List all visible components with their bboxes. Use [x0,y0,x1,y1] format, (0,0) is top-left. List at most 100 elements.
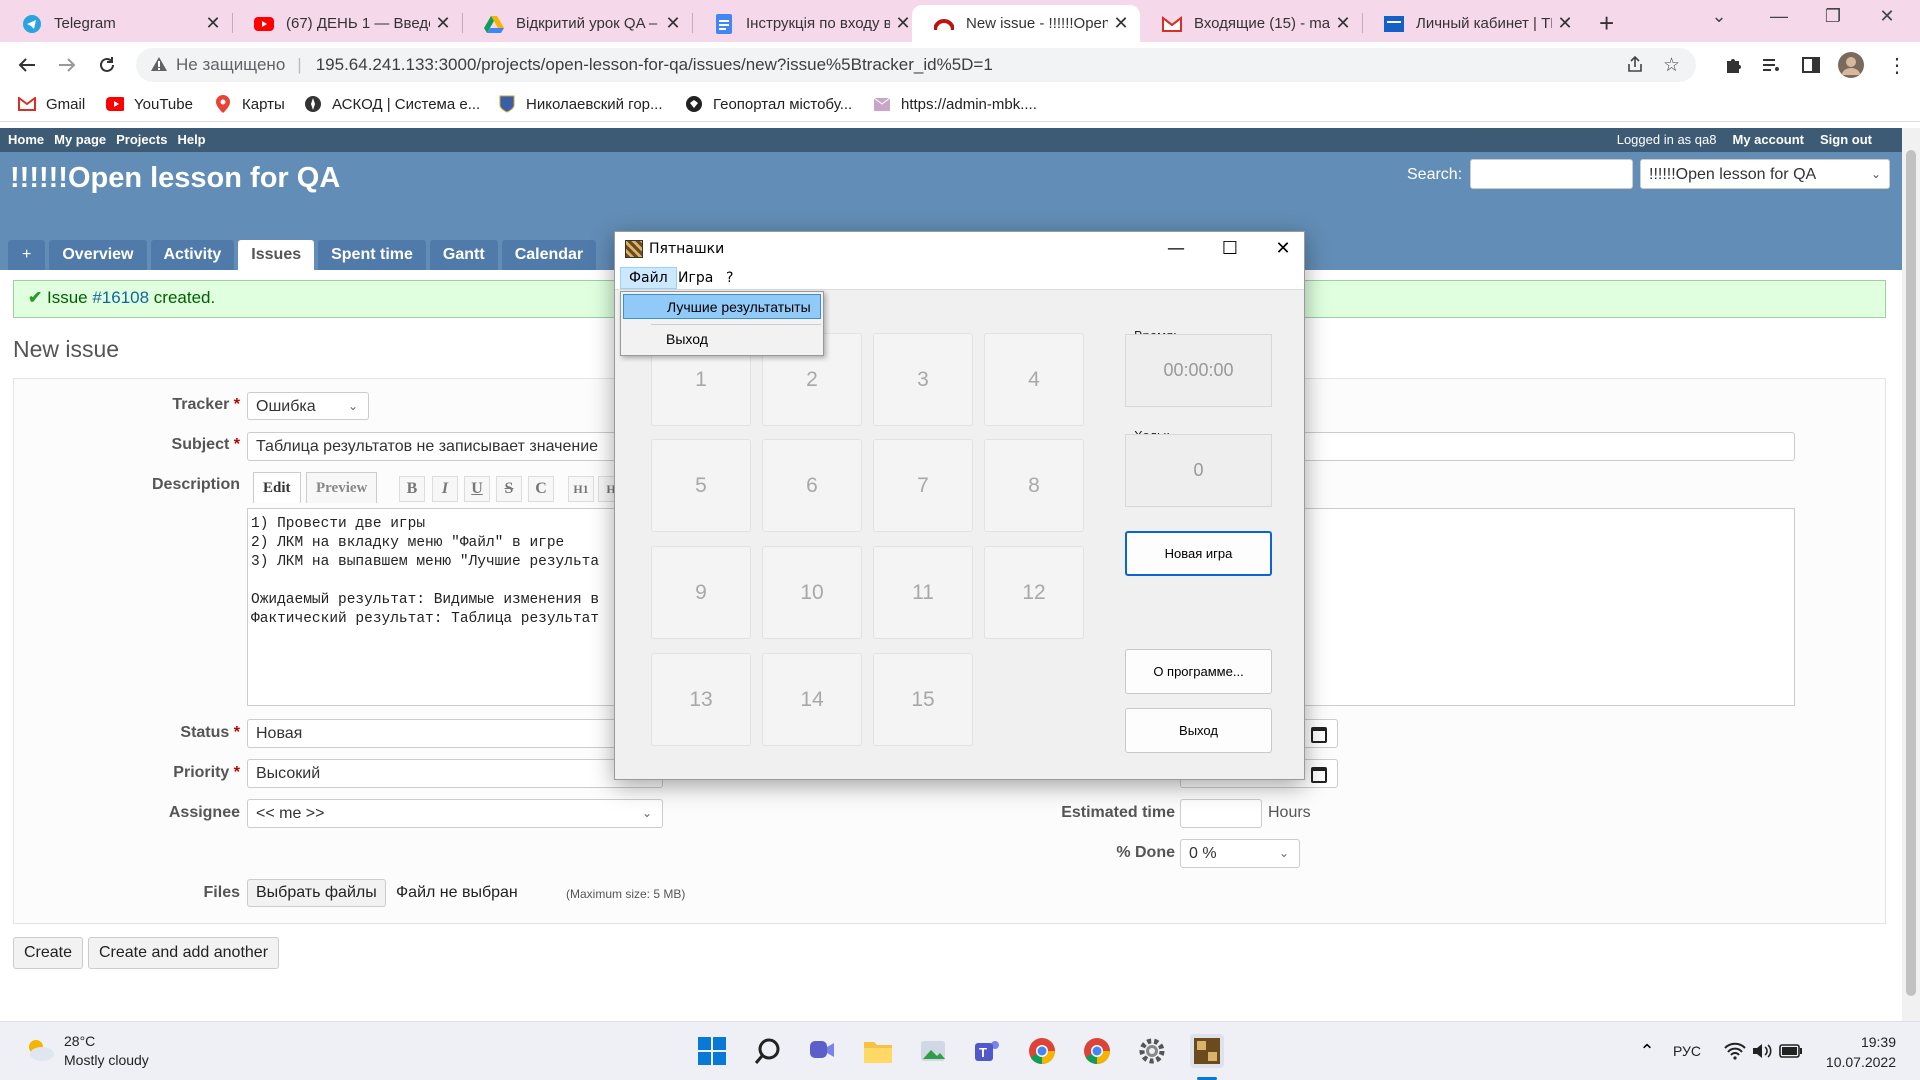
language-indicator[interactable]: РУС [1670,1034,1704,1068]
tile-6[interactable]: 6 [762,439,862,532]
tab-cabinet[interactable]: Личный кабинет | TE ✕ [1362,5,1584,42]
tile-11[interactable]: 11 [873,546,973,639]
bookmark-geoportal[interactable]: Геопортал містобу... [685,95,852,113]
project-jump-select[interactable]: !!!!!!Open lesson for QA ⌄ [1640,159,1890,189]
minimize-icon[interactable]: — [1153,238,1199,259]
tile-4[interactable]: 4 [984,333,1084,426]
heading1-button[interactable]: H1 [568,476,594,502]
close-icon[interactable]: ✕ [430,13,456,34]
tile-5[interactable]: 5 [651,439,751,532]
tab-new-issue-active[interactable]: New issue - !!!!!!Open ✕ [912,5,1140,42]
tile-12[interactable]: 12 [984,546,1084,639]
calendar-icon[interactable] [1311,727,1327,743]
media-control-icon[interactable] [1756,50,1786,80]
italic-button[interactable]: I [432,476,458,502]
tab-search-chevron-icon[interactable]: ⌄ [1694,6,1744,27]
tab-issues[interactable]: Issues [238,240,315,270]
tab-activity[interactable]: Activity [150,240,235,270]
menu-item-best-results[interactable]: Лучшие результатыты [623,294,821,319]
tracker-select[interactable]: Ошибка ⌄ [247,392,369,420]
about-button[interactable]: О программе... [1125,649,1272,694]
new-game-button[interactable]: Новая игра [1125,531,1272,576]
avatar[interactable] [1836,50,1866,80]
tile-15[interactable]: 15 [873,653,973,746]
link-my-account[interactable]: My account [1732,132,1804,147]
close-icon[interactable]: ✕ [1108,13,1134,34]
link-home[interactable]: Home [8,132,44,147]
strike-button[interactable]: S [496,476,522,502]
maximize-icon[interactable]: ☐ [1207,238,1253,259]
scrollbar-thumb[interactable] [1906,150,1916,996]
minimize-icon[interactable]: — [1754,6,1804,27]
tab-gmail[interactable]: Входящие (15) - mat ✕ [1140,5,1362,42]
tab-edit[interactable]: Edit [253,472,301,503]
tab-google-docs[interactable]: Інструкція по входу в ✕ [692,5,922,42]
bookmark-askod[interactable]: АСКОД | Система е... [304,95,480,113]
close-icon[interactable]: ✕ [200,13,226,34]
close-icon[interactable]: ✕ [1260,238,1306,259]
status-select[interactable]: Новая [247,719,663,748]
tile-10[interactable]: 10 [762,546,862,639]
search-input[interactable] [1470,159,1633,189]
bookmark-admin[interactable]: https://admin-mbk.... [873,95,1037,113]
system-clock[interactable]: 19:39 10.07.2022 [1826,1032,1896,1072]
settings-gear-icon[interactable] [1135,1034,1169,1068]
tab-spent-time[interactable]: Spent time [318,240,426,270]
create-and-add-another-button[interactable]: Create and add another [88,937,280,969]
close-window-icon[interactable]: ✕ [1862,6,1912,27]
puzzle-game-icon[interactable] [1190,1034,1224,1068]
menu-item-exit[interactable]: Выход [623,327,821,352]
kebab-menu-icon[interactable]: ⋮ [1882,50,1912,80]
bookmark-youtube[interactable]: YouTube [106,95,193,113]
tab-gantt[interactable]: Gantt [429,240,498,270]
weather-widget[interactable]: 28°C Mostly cloudy [24,1032,149,1070]
menu-help[interactable]: ? [718,268,741,288]
warning-icon[interactable] [150,56,168,77]
assignee-select[interactable]: << me >> ⌄ [247,799,663,828]
estimated-time-input[interactable] [1180,799,1262,828]
tab-overview[interactable]: Overview [49,240,147,270]
menu-game[interactable]: Игра [670,268,721,288]
file-explorer-icon[interactable] [861,1034,895,1068]
tile-3[interactable]: 3 [873,333,973,426]
close-icon[interactable]: ✕ [660,13,686,34]
chrome-icon[interactable] [1080,1034,1114,1068]
issue-link[interactable]: #16108 [92,288,149,307]
link-help[interactable]: Help [177,132,205,147]
tile-9[interactable]: 9 [651,546,751,639]
game-titlebar[interactable]: Пятнашки — ☐ ✕ [615,232,1304,266]
star-icon[interactable]: ☆ [1663,54,1680,77]
windows-start-icon[interactable] [695,1034,729,1068]
new-tab-plus-icon[interactable]: + [1599,8,1614,39]
page-scrollbar[interactable] [1902,128,1920,1021]
tab-youtube[interactable]: (67) ДЕНЬ 1 — Введе ✕ [232,5,462,42]
tile-14[interactable]: 14 [762,653,862,746]
tab-calendar[interactable]: Calendar [501,240,597,270]
link-projects[interactable]: Projects [116,132,167,147]
address-bar[interactable]: Не защищено | 195.64.241.133:3000/projec… [136,48,1696,82]
create-button[interactable]: Create [13,937,84,969]
calendar-icon[interactable] [1311,767,1327,783]
search-icon[interactable] [751,1034,785,1068]
done-select[interactable]: 0 % ⌄ [1180,839,1300,868]
tab-preview[interactable]: Preview [306,472,378,503]
tab-telegram[interactable]: Telegram ✕ [0,5,232,42]
close-icon[interactable]: ✕ [1330,13,1356,34]
code-button[interactable]: C [528,476,554,502]
underline-button[interactable]: U [464,476,490,502]
reload-icon[interactable] [92,50,122,80]
priority-select[interactable]: Высокий [247,759,663,788]
tab-new[interactable]: + [8,240,46,270]
tile-13[interactable]: 13 [651,653,751,746]
exit-button[interactable]: Выход [1125,708,1272,753]
link-sign-out[interactable]: Sign out [1820,132,1872,147]
choose-files-button[interactable]: Выбрать файлы [247,879,386,907]
battery-icon[interactable] [1774,1034,1808,1068]
menu-file[interactable]: Файл [620,267,677,289]
teams-chat-icon[interactable] [805,1034,839,1068]
image-app-icon[interactable] [916,1034,950,1068]
tab-google-drive[interactable]: Відкритий урок QA – ✕ [462,5,692,42]
restore-icon[interactable]: ❐ [1808,6,1858,27]
teams-icon[interactable]: T [971,1034,1005,1068]
chevron-up-icon[interactable]: ⌃ [1630,1034,1664,1068]
